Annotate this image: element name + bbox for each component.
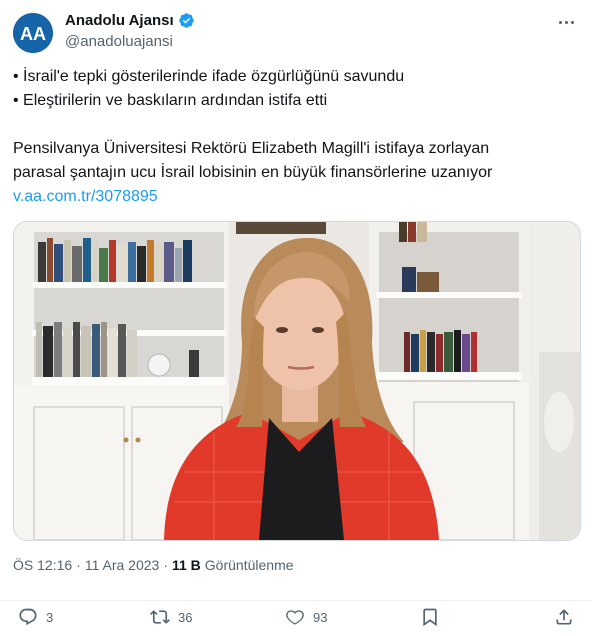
reply-icon (19, 608, 37, 626)
bookmark-icon (423, 608, 437, 627)
reply-button[interactable]: 3 (18, 607, 53, 627)
views-label: Görüntülenme (204, 557, 294, 573)
tweet-time[interactable]: ÖS 12:16 (13, 557, 72, 573)
repost-button[interactable]: 36 (150, 607, 192, 627)
meta-separator-2: · (163, 557, 168, 573)
repost-count: 36 (178, 609, 193, 625)
share-icon (556, 609, 572, 625)
reply-count: 3 (46, 609, 54, 625)
speaker-scene-image (14, 222, 580, 540)
avatar-text: AA (20, 24, 46, 44)
tweet-paragraph-line-2: parasal şantajın ucu İsrail lobisinin en… (13, 164, 493, 181)
action-bar: 3 36 93 (0, 600, 592, 633)
tweet-date[interactable]: 11 Ara 2023 (85, 557, 159, 573)
share-button[interactable] (554, 607, 574, 627)
more-icon[interactable] (556, 14, 576, 30)
tweet-bullet-1: • İsrail'e tepki gösterilerinde ifade öz… (13, 68, 405, 85)
tweet-meta: ÖS 12:16 · 11 Ara 2023 · 11 B Görüntülen… (13, 557, 294, 573)
tweet-card: AA Anadolu Ajansı @anadoluajansi • İsrai… (0, 0, 592, 636)
tweet-bullet-2: • Eleştirilerin ve baskıların ardından i… (13, 92, 328, 109)
repost-icon (150, 610, 170, 624)
like-icon (286, 610, 304, 625)
like-button[interactable]: 93 (285, 607, 327, 627)
view-count: 11 B (171, 557, 201, 573)
account-handle[interactable]: @anadoluajansi (65, 33, 173, 50)
meta-separator: · (76, 557, 81, 573)
avatar[interactable]: AA (13, 13, 53, 53)
bookmark-button[interactable] (420, 607, 440, 627)
account-name[interactable]: Anadolu Ajansı (65, 12, 174, 29)
verified-badge-icon (178, 12, 195, 29)
books-row-1 (38, 238, 192, 282)
tweet-video-thumbnail[interactable] (13, 221, 581, 541)
tweet-link[interactable]: v.aa.com.tr/3078895 (13, 185, 573, 209)
tweet-paragraph-line-1: Pensilvanya Üniversitesi Rektörü Elizabe… (13, 140, 490, 157)
aa-logo-icon: AA (13, 13, 53, 53)
like-count: 93 (313, 609, 328, 625)
